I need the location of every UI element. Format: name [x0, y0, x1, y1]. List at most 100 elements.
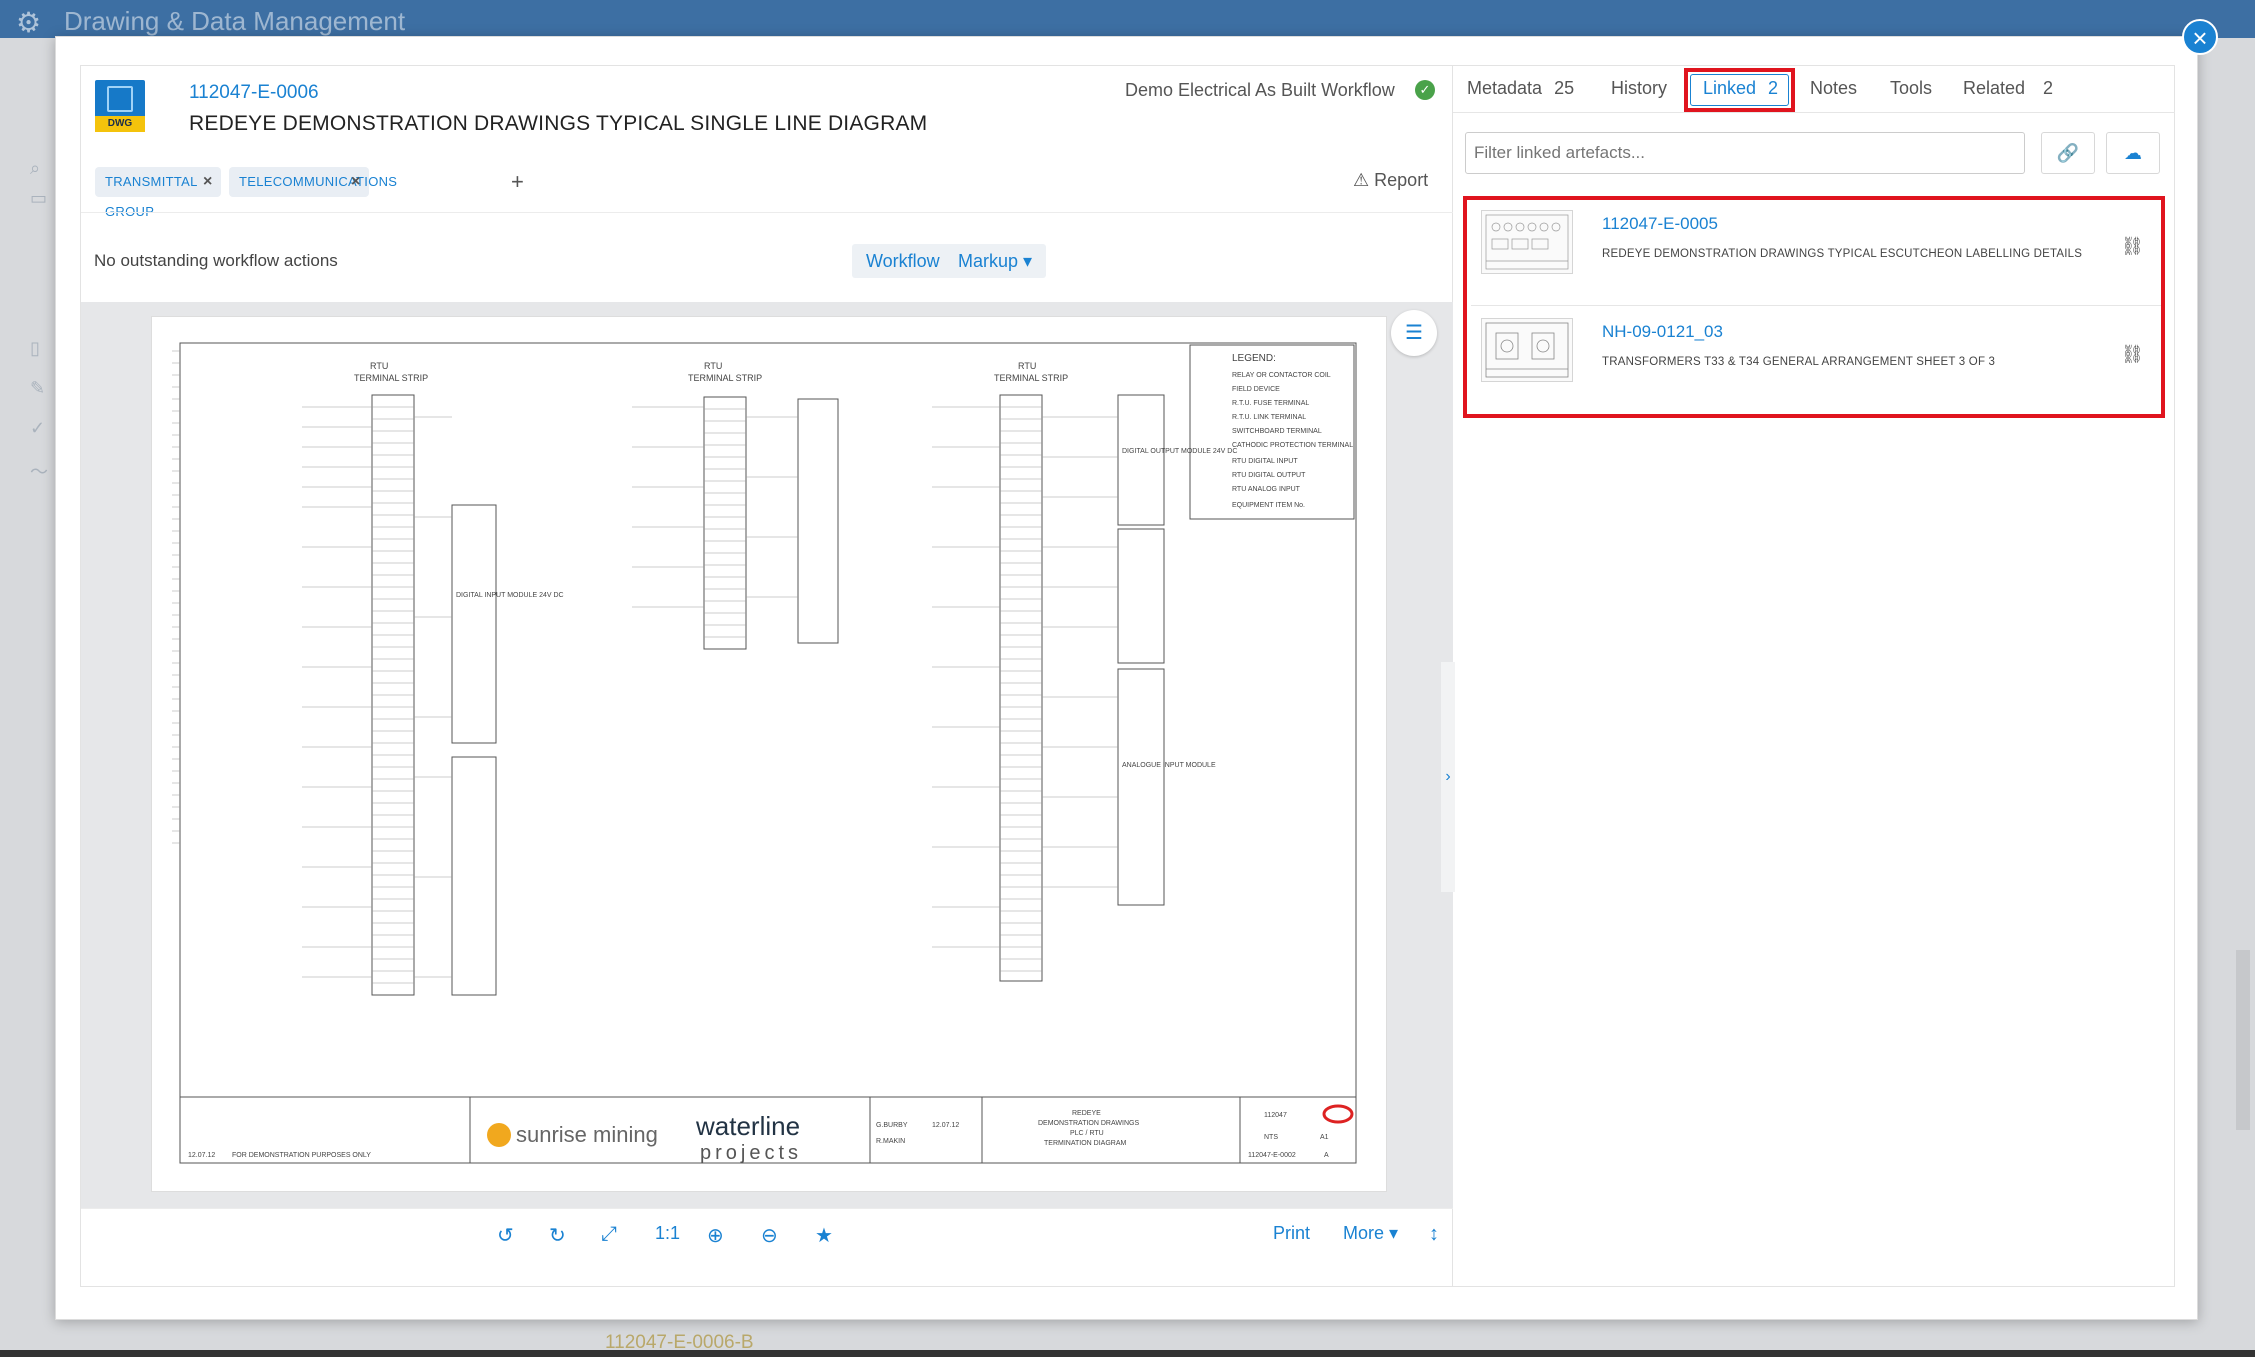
client-logo: sunrise mining	[516, 1122, 658, 1147]
add-tag-icon[interactable]: +	[511, 169, 524, 195]
terminal-strip-2	[703, 396, 747, 650]
tab-notes[interactable]: Notes	[1810, 78, 1857, 99]
list-item[interactable]: 112047-E-0005 REDEYE DEMONSTRATION DRAWI…	[1471, 200, 2161, 306]
tag-label: TELECOMMUNICATIONS	[239, 174, 398, 189]
tab-label: Notes	[1810, 78, 1858, 98]
tab-metadata[interactable]: Metadata 25	[1467, 78, 1574, 99]
legend-item: EQUIPMENT ITEM No.	[1232, 502, 1305, 509]
revision-note: FOR DEMONSTRATION PURPOSES ONLY	[232, 1152, 371, 1159]
thumbnail-preview	[1485, 322, 1569, 378]
link-artefact-button[interactable]: 🔗	[2041, 132, 2095, 174]
linked-item-number[interactable]: NH-09-0121_03	[1602, 322, 1723, 342]
tab-history[interactable]: History	[1611, 78, 1667, 99]
chart-icon: 〜	[30, 462, 48, 482]
more-dropdown-button[interactable]: More ▾	[1343, 1223, 1398, 1244]
redeye-logo-icon	[1322, 1104, 1354, 1124]
sheet-size: A1	[1320, 1134, 1329, 1141]
rotate-right-icon[interactable]: ↻	[549, 1223, 566, 1248]
search-icon: ⌕	[30, 158, 41, 178]
legend-item: RTU DIGITAL INPUT	[1232, 458, 1298, 465]
legend-item: RTU DIGITAL OUTPUT	[1232, 472, 1306, 479]
tab-count: 25	[1554, 78, 1575, 98]
remove-tag-icon[interactable]: ×	[203, 167, 213, 197]
document-title: REDEYE DEMONSTRATION DRAWINGS TYPICAL SI…	[189, 112, 928, 135]
file-type-label: DWG	[95, 116, 145, 132]
drawing-sheet[interactable]: RTU TERMINAL STRIP RTU TERMINAL STRIP RT…	[151, 316, 1387, 1192]
drawing-thumbnail[interactable]	[1481, 210, 1573, 274]
contractor-logo: waterline	[695, 1111, 800, 1141]
tab-tools[interactable]: Tools	[1890, 78, 1932, 99]
pencil-icon: ✎	[30, 378, 46, 398]
document-icon: ▯	[30, 338, 40, 358]
zoom-out-icon[interactable]: ⊖	[761, 1223, 778, 1248]
linked-items-highlight: 112047-E-0005 REDEYE DEMONSTRATION DRAWI…	[1463, 196, 2165, 418]
background-sidebar: ⌕ ▭ ▯ ✎ ✓ 〜	[0, 38, 56, 1328]
module-do-1	[1117, 394, 1165, 526]
zoom-in-icon[interactable]: ⊕	[707, 1223, 724, 1248]
module-label: ANALOGUE INPUT MODULE	[1122, 762, 1216, 769]
remove-tag-icon[interactable]: ×	[351, 167, 361, 197]
drawing-title-line: REDEYE	[1072, 1110, 1101, 1117]
rotate-left-icon[interactable]: ↺	[497, 1223, 514, 1248]
module-label: DIGITAL OUTPUT MODULE 24V DC	[1122, 448, 1237, 455]
background-footer-bar	[0, 1350, 2255, 1357]
unlink-icon[interactable]: ⛓	[2121, 344, 2144, 365]
report-label: Report	[1374, 170, 1429, 190]
tag-telecommunications[interactable]: TELECOMMUNICATIONS ×	[229, 167, 397, 197]
favourite-star-icon[interactable]: ★	[815, 1223, 833, 1248]
tab-label: Related	[1963, 78, 2026, 98]
scale: NTS	[1264, 1134, 1278, 1141]
gear-icon: ⚙	[16, 7, 42, 38]
actual-size-button[interactable]: 1:1	[655, 1223, 680, 1244]
legend-item: FIELD DEVICE	[1232, 386, 1280, 393]
markup-dropdown-button[interactable]: Markup ▾	[944, 244, 1047, 278]
fit-to-screen-icon[interactable]: ⤢	[601, 1223, 617, 1246]
print-button[interactable]: Print	[1273, 1223, 1310, 1244]
side-panel: Metadata 25 History Linked 2 Notes Tools R…	[1453, 65, 2175, 1287]
resize-vertical-icon[interactable]: ↕	[1429, 1223, 1439, 1246]
workflow-label: Workflow	[866, 251, 940, 271]
document-number-link[interactable]: 112047-E-0006	[189, 82, 319, 104]
check-icon: ✓	[30, 418, 46, 438]
viewer-toolbar: ↺ ↻ ⤢ 1:1 ⊕ ⊖ ★ Print More ▾ ↕	[81, 1208, 1453, 1260]
legend-item: RTU ANALOG INPUT	[1232, 486, 1301, 493]
module-di-3	[797, 398, 839, 644]
linked-item-description: TRANSFORMERS T33 & T34 GENERAL ARRANGEME…	[1602, 356, 1996, 368]
filter-linked-input[interactable]	[1465, 132, 2025, 174]
rtu-label-1: RTU	[370, 361, 388, 371]
terminal-strip-label-2: TERMINAL STRIP	[688, 373, 762, 383]
caret-down-icon: ▾	[1023, 251, 1033, 271]
list-icon[interactable]: ☰	[1391, 310, 1437, 356]
divider	[81, 212, 1453, 213]
linked-item-number[interactable]: 112047-E-0005	[1602, 214, 1718, 234]
legend-item: R.T.U. LINK TERMINAL	[1232, 414, 1306, 421]
legend-item: SWITCHBOARD TERMINAL	[1232, 428, 1322, 435]
drawing-viewer[interactable]: RTU TERMINAL STRIP RTU TERMINAL STRIP RT…	[81, 302, 1455, 1208]
list-item[interactable]: NH-09-0121_03 TRANSFORMERS T33 & T34 GEN…	[1471, 308, 2161, 414]
dwg-mark	[107, 86, 133, 112]
dwg-file-icon: DWG	[95, 80, 145, 132]
workflow-name[interactable]: Demo Electrical As Built Workflow	[1125, 80, 1395, 101]
close-modal-button[interactable]: ×	[2182, 19, 2218, 55]
terminal-strip-label-1: TERMINAL STRIP	[354, 373, 428, 383]
module-di-2	[451, 756, 497, 996]
more-label: More	[1343, 1223, 1385, 1243]
job-code: 112047	[1264, 1112, 1287, 1119]
drawn-date: 12.07.12	[932, 1122, 959, 1129]
drawing-thumbnail[interactable]	[1481, 318, 1573, 382]
background-scrollbar	[2236, 950, 2250, 1130]
tag-transmittal-group[interactable]: TRANSMITTAL GROUP ×	[95, 167, 221, 219]
cloud-upload-icon: ☁	[2124, 143, 2142, 163]
background-app-title: Drawing & Data Management	[64, 6, 406, 36]
module-label: DIGITAL INPUT MODULE 24V DC	[456, 592, 564, 599]
drawing-number: 112047-E-0002	[1248, 1152, 1296, 1159]
workflow-status-text: No outstanding workflow actions	[94, 251, 338, 270]
report-button[interactable]: ⚠ Report	[1353, 170, 1428, 191]
tab-linked[interactable]: Linked 2	[1703, 78, 1778, 99]
background-topbar: ⚙ Drawing & Data Management	[0, 0, 2255, 38]
link-icon: 🔗	[2056, 143, 2080, 163]
tab-related[interactable]: Related 2	[1963, 78, 2053, 99]
upload-button[interactable]: ☁	[2106, 132, 2160, 174]
tab-count: 2	[1768, 78, 1779, 98]
unlink-icon[interactable]: ⛓	[2121, 236, 2144, 257]
